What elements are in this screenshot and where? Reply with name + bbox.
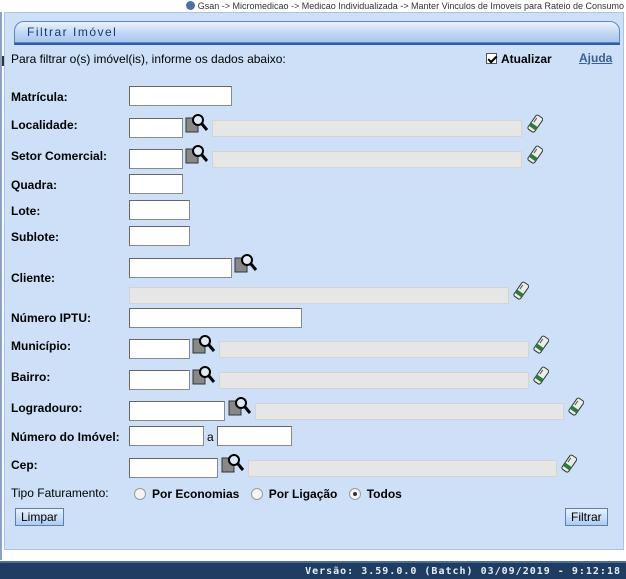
quadra-input[interactable] bbox=[129, 174, 183, 194]
municipio-label: Município: bbox=[11, 339, 71, 353]
setor-comercial-input[interactable] bbox=[129, 149, 183, 169]
update-checkbox[interactable] bbox=[486, 53, 497, 64]
cep-description bbox=[248, 460, 557, 477]
bairro-description bbox=[219, 372, 529, 389]
sublote-label: Sublote: bbox=[11, 230, 59, 244]
left-frame-border bbox=[0, 12, 2, 560]
sublote-input[interactable] bbox=[129, 226, 190, 246]
localidade-search-icon[interactable] bbox=[185, 112, 209, 134]
cliente-input[interactable] bbox=[129, 258, 232, 278]
tipo-faturamento-label-text: Tipo Faturamento: bbox=[11, 486, 109, 500]
quadra-label: Quadra: bbox=[11, 178, 58, 192]
radio-por-ligacao-circle[interactable] bbox=[250, 488, 263, 500]
update-checkbox-label: Atualizar bbox=[501, 52, 552, 66]
numero-iptu-input[interactable] bbox=[129, 308, 302, 328]
radio-por-economias[interactable]: Por Economias bbox=[134, 487, 239, 501]
title-divider bbox=[14, 43, 620, 45]
clear-button[interactable]: Limpar bbox=[15, 508, 64, 526]
lote-input[interactable] bbox=[129, 200, 190, 220]
setor-comercial-clear-icon[interactable] bbox=[527, 144, 543, 166]
matricula-input[interactable] bbox=[129, 86, 232, 106]
setor-comercial-search-icon[interactable] bbox=[185, 143, 209, 165]
breadcrumb-text: Gsan -> Micromedicao -> Medicao Individu… bbox=[197, 1, 624, 11]
localidade-clear-icon[interactable] bbox=[527, 113, 543, 135]
bairro-label: Bairro: bbox=[11, 370, 51, 384]
municipio-input[interactable] bbox=[129, 339, 190, 359]
cep-label: Cep: bbox=[11, 458, 38, 472]
bairro-search-icon[interactable] bbox=[192, 364, 216, 386]
radio-por-economias-circle[interactable] bbox=[134, 488, 146, 500]
radio-por-ligacao[interactable]: Por Ligação bbox=[250, 487, 338, 501]
logradouro-search-icon[interactable] bbox=[228, 395, 252, 417]
bairro-clear-icon[interactable] bbox=[533, 365, 549, 387]
numero-imovel-to-input[interactable] bbox=[217, 426, 292, 446]
matricula-label: Matrícula: bbox=[11, 90, 68, 104]
cep-clear-icon[interactable] bbox=[561, 453, 577, 475]
setor-comercial-label: Setor Comercial: bbox=[11, 149, 108, 163]
cep-search-icon[interactable] bbox=[221, 452, 245, 474]
lote-label: Lote: bbox=[11, 204, 41, 218]
cep-input[interactable] bbox=[129, 458, 218, 478]
panel-title: Filtrar Imóvel bbox=[14, 21, 620, 43]
update-checkbox-group[interactable]: Atualizar bbox=[486, 52, 552, 66]
radio-por-ligacao-label: Por Ligação bbox=[268, 487, 338, 501]
numero-imovel-range-separator: a bbox=[207, 430, 214, 444]
logradouro-description bbox=[255, 403, 564, 420]
filter-button[interactable]: Filtrar bbox=[565, 508, 608, 526]
numero-imovel-from-input[interactable] bbox=[129, 426, 204, 446]
numero-iptu-label: Número IPTU: bbox=[11, 311, 92, 325]
cliente-description bbox=[129, 287, 509, 304]
logradouro-input[interactable] bbox=[129, 401, 225, 421]
localidade-description bbox=[212, 120, 522, 137]
help-link[interactable]: Ajuda bbox=[579, 51, 612, 65]
municipio-description bbox=[219, 341, 529, 358]
cliente-search-icon[interactable] bbox=[234, 252, 258, 274]
home-icon bbox=[185, 1, 195, 10]
logradouro-label: Logradouro: bbox=[11, 401, 83, 415]
instructions-text: Para filtrar o(s) imóvel(is), informe os… bbox=[11, 52, 286, 66]
radio-por-economias-label: Por Economias bbox=[152, 487, 240, 501]
municipio-search-icon[interactable] bbox=[192, 333, 216, 355]
numero-imovel-label: Número do Imóvel: bbox=[11, 430, 120, 444]
localidade-label: Localidade: bbox=[11, 118, 78, 132]
radio-todos-circle[interactable] bbox=[348, 488, 361, 500]
breadcrumb: Gsan -> Micromedicao -> Medicao Individu… bbox=[0, 0, 626, 12]
municipio-clear-icon[interactable] bbox=[533, 334, 549, 356]
setor-comercial-description bbox=[212, 151, 522, 168]
radio-todos[interactable]: Todos bbox=[348, 487, 402, 501]
radio-todos-label: Todos bbox=[366, 487, 402, 501]
tipo-faturamento-radio-group: Por Economias Por Ligação Todos bbox=[134, 487, 410, 501]
version-footer: Versão: 3.59.0.0 (Batch) 03/09/2019 - 9:… bbox=[0, 561, 626, 579]
logradouro-clear-icon[interactable] bbox=[568, 396, 584, 418]
bairro-input[interactable] bbox=[129, 370, 190, 390]
tipo-faturamento-label: Tipo Faturamento: bbox=[11, 486, 109, 500]
cliente-clear-icon[interactable] bbox=[513, 280, 529, 302]
cliente-label: Cliente: bbox=[11, 271, 56, 285]
localidade-input[interactable] bbox=[129, 118, 183, 138]
